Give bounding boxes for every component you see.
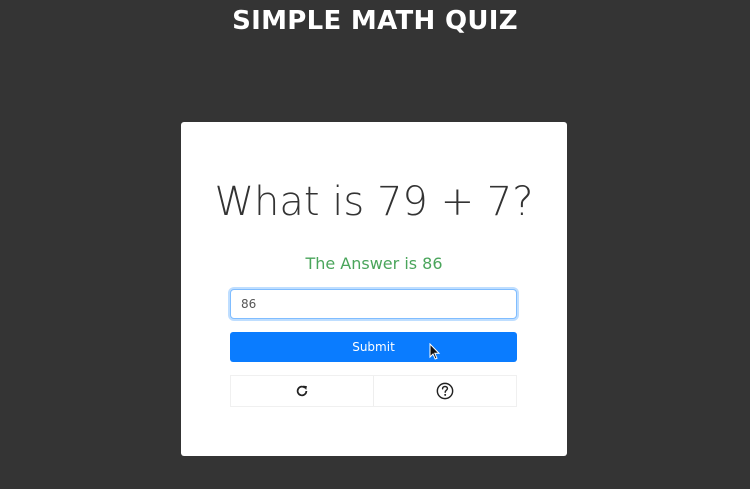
help-button[interactable] [373, 376, 516, 406]
quiz-card: What is 79 + 7? The Answer is 86 Submit [181, 122, 567, 456]
question-text: What is 79 + 7? [214, 179, 534, 225]
app-title: SIMPLE MATH QUIZ [232, 6, 518, 36]
refresh-button[interactable] [231, 376, 373, 406]
mouse-cursor-icon [429, 342, 441, 360]
refresh-icon [295, 384, 309, 398]
answer-input[interactable] [230, 289, 517, 319]
answer-feedback: The Answer is 86 [305, 254, 443, 273]
action-row [230, 375, 517, 407]
submit-button[interactable]: Submit [230, 332, 517, 362]
help-circle-icon [436, 382, 454, 400]
